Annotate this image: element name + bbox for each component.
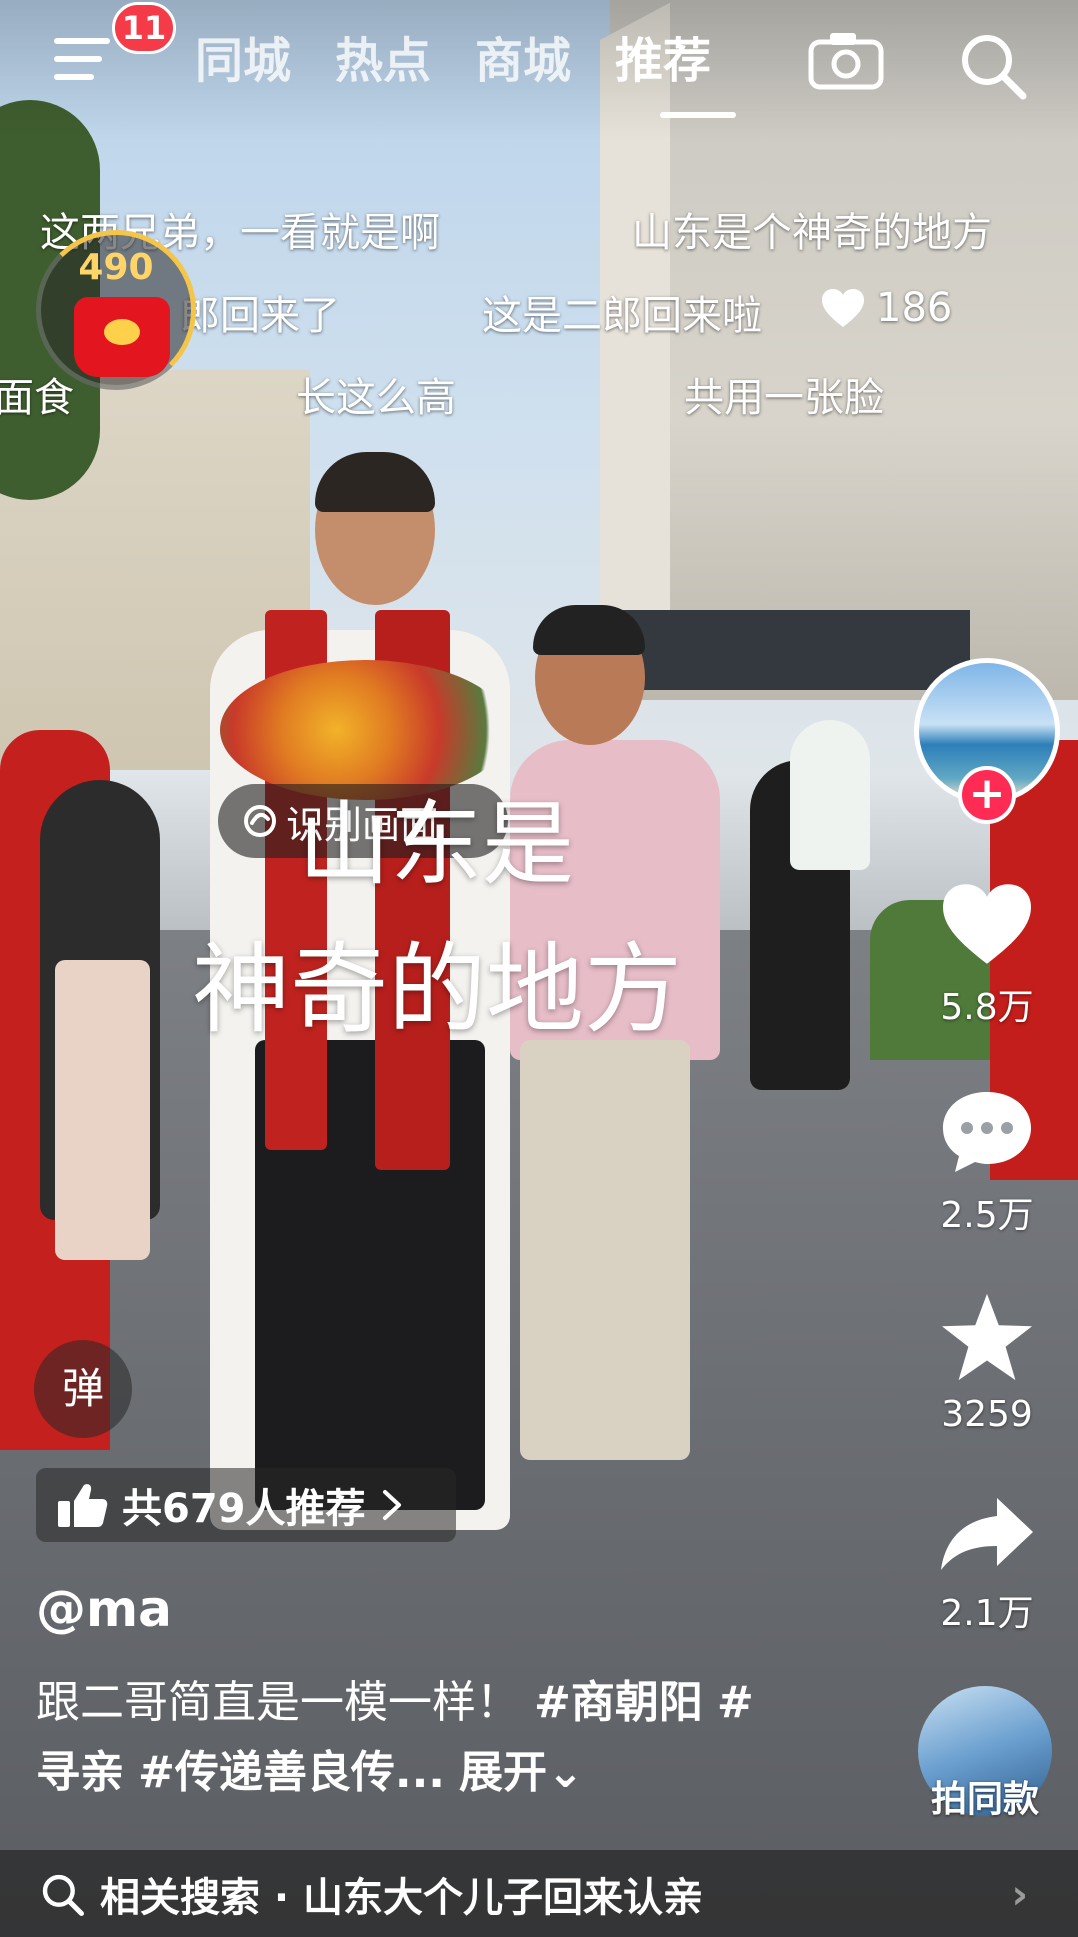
comment-button[interactable]: 2.5万 bbox=[927, 1088, 1047, 1238]
person-second-man-pants bbox=[520, 1040, 690, 1460]
hashtag[interactable]: #传递善良传... bbox=[138, 1747, 445, 1798]
top-tabs: 同城 热点 商城 推荐 bbox=[195, 26, 711, 96]
search-icon bbox=[42, 1874, 84, 1916]
active-tab-indicator bbox=[660, 112, 736, 118]
expand-label: 展开 bbox=[459, 1747, 548, 1798]
like-button[interactable]: 5.8万 bbox=[927, 880, 1047, 1030]
recommend-pill[interactable]: 共679人推荐 bbox=[36, 1468, 456, 1542]
person-child bbox=[790, 720, 870, 870]
description-text: 跟二哥简直是一模一样！ bbox=[36, 1677, 520, 1728]
star-icon bbox=[941, 1293, 1033, 1381]
share-arrow-icon bbox=[941, 1498, 1033, 1570]
danmaku-like-value: 186 bbox=[876, 285, 953, 331]
chevron-right-icon bbox=[382, 1490, 401, 1520]
tab-nearby[interactable]: 同城 bbox=[195, 26, 291, 96]
comment-count: 2.5万 bbox=[940, 1195, 1034, 1236]
chevron-right-icon: › bbox=[1011, 1872, 1028, 1918]
expand-button[interactable]: 展开⌄ bbox=[459, 1747, 584, 1798]
danmaku-toggle-button[interactable]: 弹 bbox=[34, 1340, 132, 1438]
red-packet-count: 490 bbox=[78, 247, 154, 288]
danmaku-comment: 共用一张脸 bbox=[684, 375, 884, 421]
person-main-man-hair bbox=[315, 452, 435, 512]
person-woman-left-legs bbox=[55, 960, 150, 1260]
danmaku-comment: 郎回来了 bbox=[180, 293, 340, 339]
red-packet-widget[interactable]: 490 bbox=[36, 230, 196, 390]
recommend-label: 共679人推荐 bbox=[122, 1486, 366, 1532]
danmaku-comment: 山东是个神奇的地方 bbox=[632, 210, 992, 256]
tab-mall[interactable]: 商城 bbox=[475, 26, 571, 96]
camera-icon[interactable] bbox=[808, 30, 884, 90]
share-count: 2.1万 bbox=[940, 1593, 1034, 1634]
tab-recommend[interactable]: 推荐 bbox=[615, 26, 711, 96]
same-style-label[interactable]: 拍同款 bbox=[918, 1770, 1052, 1822]
heart-icon bbox=[822, 289, 864, 327]
danmaku-like-count: 186 bbox=[820, 285, 952, 331]
like-count: 5.8万 bbox=[940, 987, 1034, 1028]
comment-icon bbox=[943, 1092, 1031, 1172]
danmaku-comment: 面食 bbox=[0, 375, 74, 421]
related-search-text: 相关搜索 · 山东大个儿子回来认亲 bbox=[100, 1874, 704, 1921]
building-canopy bbox=[610, 610, 970, 690]
heart-icon bbox=[943, 884, 1031, 964]
follow-button[interactable]: + bbox=[958, 766, 1016, 824]
related-search-bar[interactable]: 相关搜索 · 山东大个儿子回来认亲 › bbox=[0, 1850, 1078, 1937]
tab-trending[interactable]: 热点 bbox=[335, 26, 431, 96]
thumbs-up-icon bbox=[58, 1484, 108, 1527]
danmaku-comment: 长这么高 bbox=[296, 375, 456, 421]
video-caption-line1: 山东是 bbox=[298, 791, 575, 898]
video-caption-line2: 神奇的地方 bbox=[192, 933, 683, 1047]
coin-icon bbox=[104, 319, 140, 345]
notification-badge: 11 bbox=[112, 2, 176, 54]
post-description[interactable]: 跟二哥简直是一模一样！ #商朝阳 #寻亲 #传递善良传... 展开⌄ bbox=[36, 1668, 756, 1808]
favorite-count: 3259 bbox=[941, 1394, 1033, 1435]
share-button[interactable]: 2.1万 bbox=[927, 1494, 1047, 1636]
menu-icon[interactable] bbox=[54, 34, 114, 86]
danmaku-comment: 这是二郎回来啦 bbox=[482, 293, 762, 339]
search-icon[interactable] bbox=[957, 30, 1027, 100]
hashtag[interactable]: #商朝阳 bbox=[534, 1677, 703, 1728]
favorite-button[interactable]: 3259 bbox=[927, 1290, 1047, 1435]
author-name[interactable]: @ma bbox=[36, 1580, 172, 1638]
recognize-icon bbox=[244, 805, 276, 837]
